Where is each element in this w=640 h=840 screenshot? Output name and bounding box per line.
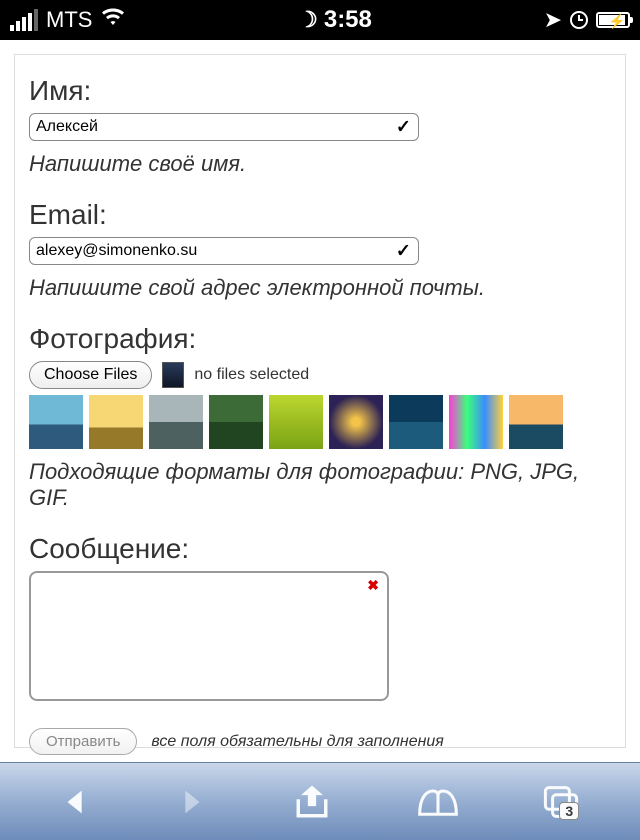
bookmarks-button[interactable]: [416, 785, 460, 819]
photo-label: Фотография:: [29, 323, 611, 355]
valid-check-icon: ✓: [396, 241, 411, 262]
dnd-moon-icon: ☽: [298, 7, 318, 33]
file-status-text: no files selected: [194, 366, 309, 384]
thumbnail[interactable]: [149, 395, 203, 449]
submit-button[interactable]: Отправить: [29, 728, 137, 755]
name-input[interactable]: [29, 113, 419, 141]
email-hint: Напишите свой адрес электронной почты.: [29, 275, 611, 301]
valid-check-icon: ✓: [396, 117, 411, 138]
invalid-x-icon: ✖: [367, 577, 379, 594]
form-card: Имя: ✓ Напишите своё имя. Email: ✓ Напиш…: [14, 54, 626, 748]
status-bar: MTS ☽ 3:58 ➤ ⚡: [0, 0, 640, 40]
back-button[interactable]: [59, 785, 93, 819]
forward-button[interactable]: [174, 785, 208, 819]
file-type-icon: [162, 362, 184, 388]
thumbnail[interactable]: [269, 395, 323, 449]
name-hint: Напишите своё имя.: [29, 151, 611, 177]
thumbnail[interactable]: [329, 395, 383, 449]
photo-hint: Подходящие форматы для фотографии: PNG, …: [29, 459, 611, 511]
battery-icon: ⚡: [596, 12, 630, 28]
thumbnail[interactable]: [209, 395, 263, 449]
tabs-button[interactable]: 3: [541, 784, 581, 820]
email-input[interactable]: [29, 237, 419, 265]
message-label: Сообщение:: [29, 533, 611, 565]
page-content: Имя: ✓ Напишите своё имя. Email: ✓ Напиш…: [0, 40, 640, 762]
tabs-count-badge: 3: [559, 802, 579, 820]
thumbnail[interactable]: [449, 395, 503, 449]
message-textarea[interactable]: [29, 571, 389, 701]
signal-icon: [10, 9, 38, 31]
wifi-icon: [100, 7, 126, 33]
submit-note: все поля обязательны для заполнения: [151, 733, 443, 751]
alarm-icon: [570, 11, 588, 29]
photo-thumbnails: [29, 395, 611, 449]
thumbnail[interactable]: [89, 395, 143, 449]
carrier-label: MTS: [46, 7, 92, 33]
email-label: Email:: [29, 199, 611, 231]
location-icon: ➤: [544, 7, 562, 33]
share-button[interactable]: [290, 782, 334, 822]
clock-time: 3:58: [324, 6, 372, 34]
thumbnail[interactable]: [389, 395, 443, 449]
thumbnail[interactable]: [509, 395, 563, 449]
name-label: Имя:: [29, 75, 611, 107]
thumbnail[interactable]: [29, 395, 83, 449]
choose-files-button[interactable]: Choose Files: [29, 361, 152, 389]
browser-toolbar: 3: [0, 762, 640, 840]
